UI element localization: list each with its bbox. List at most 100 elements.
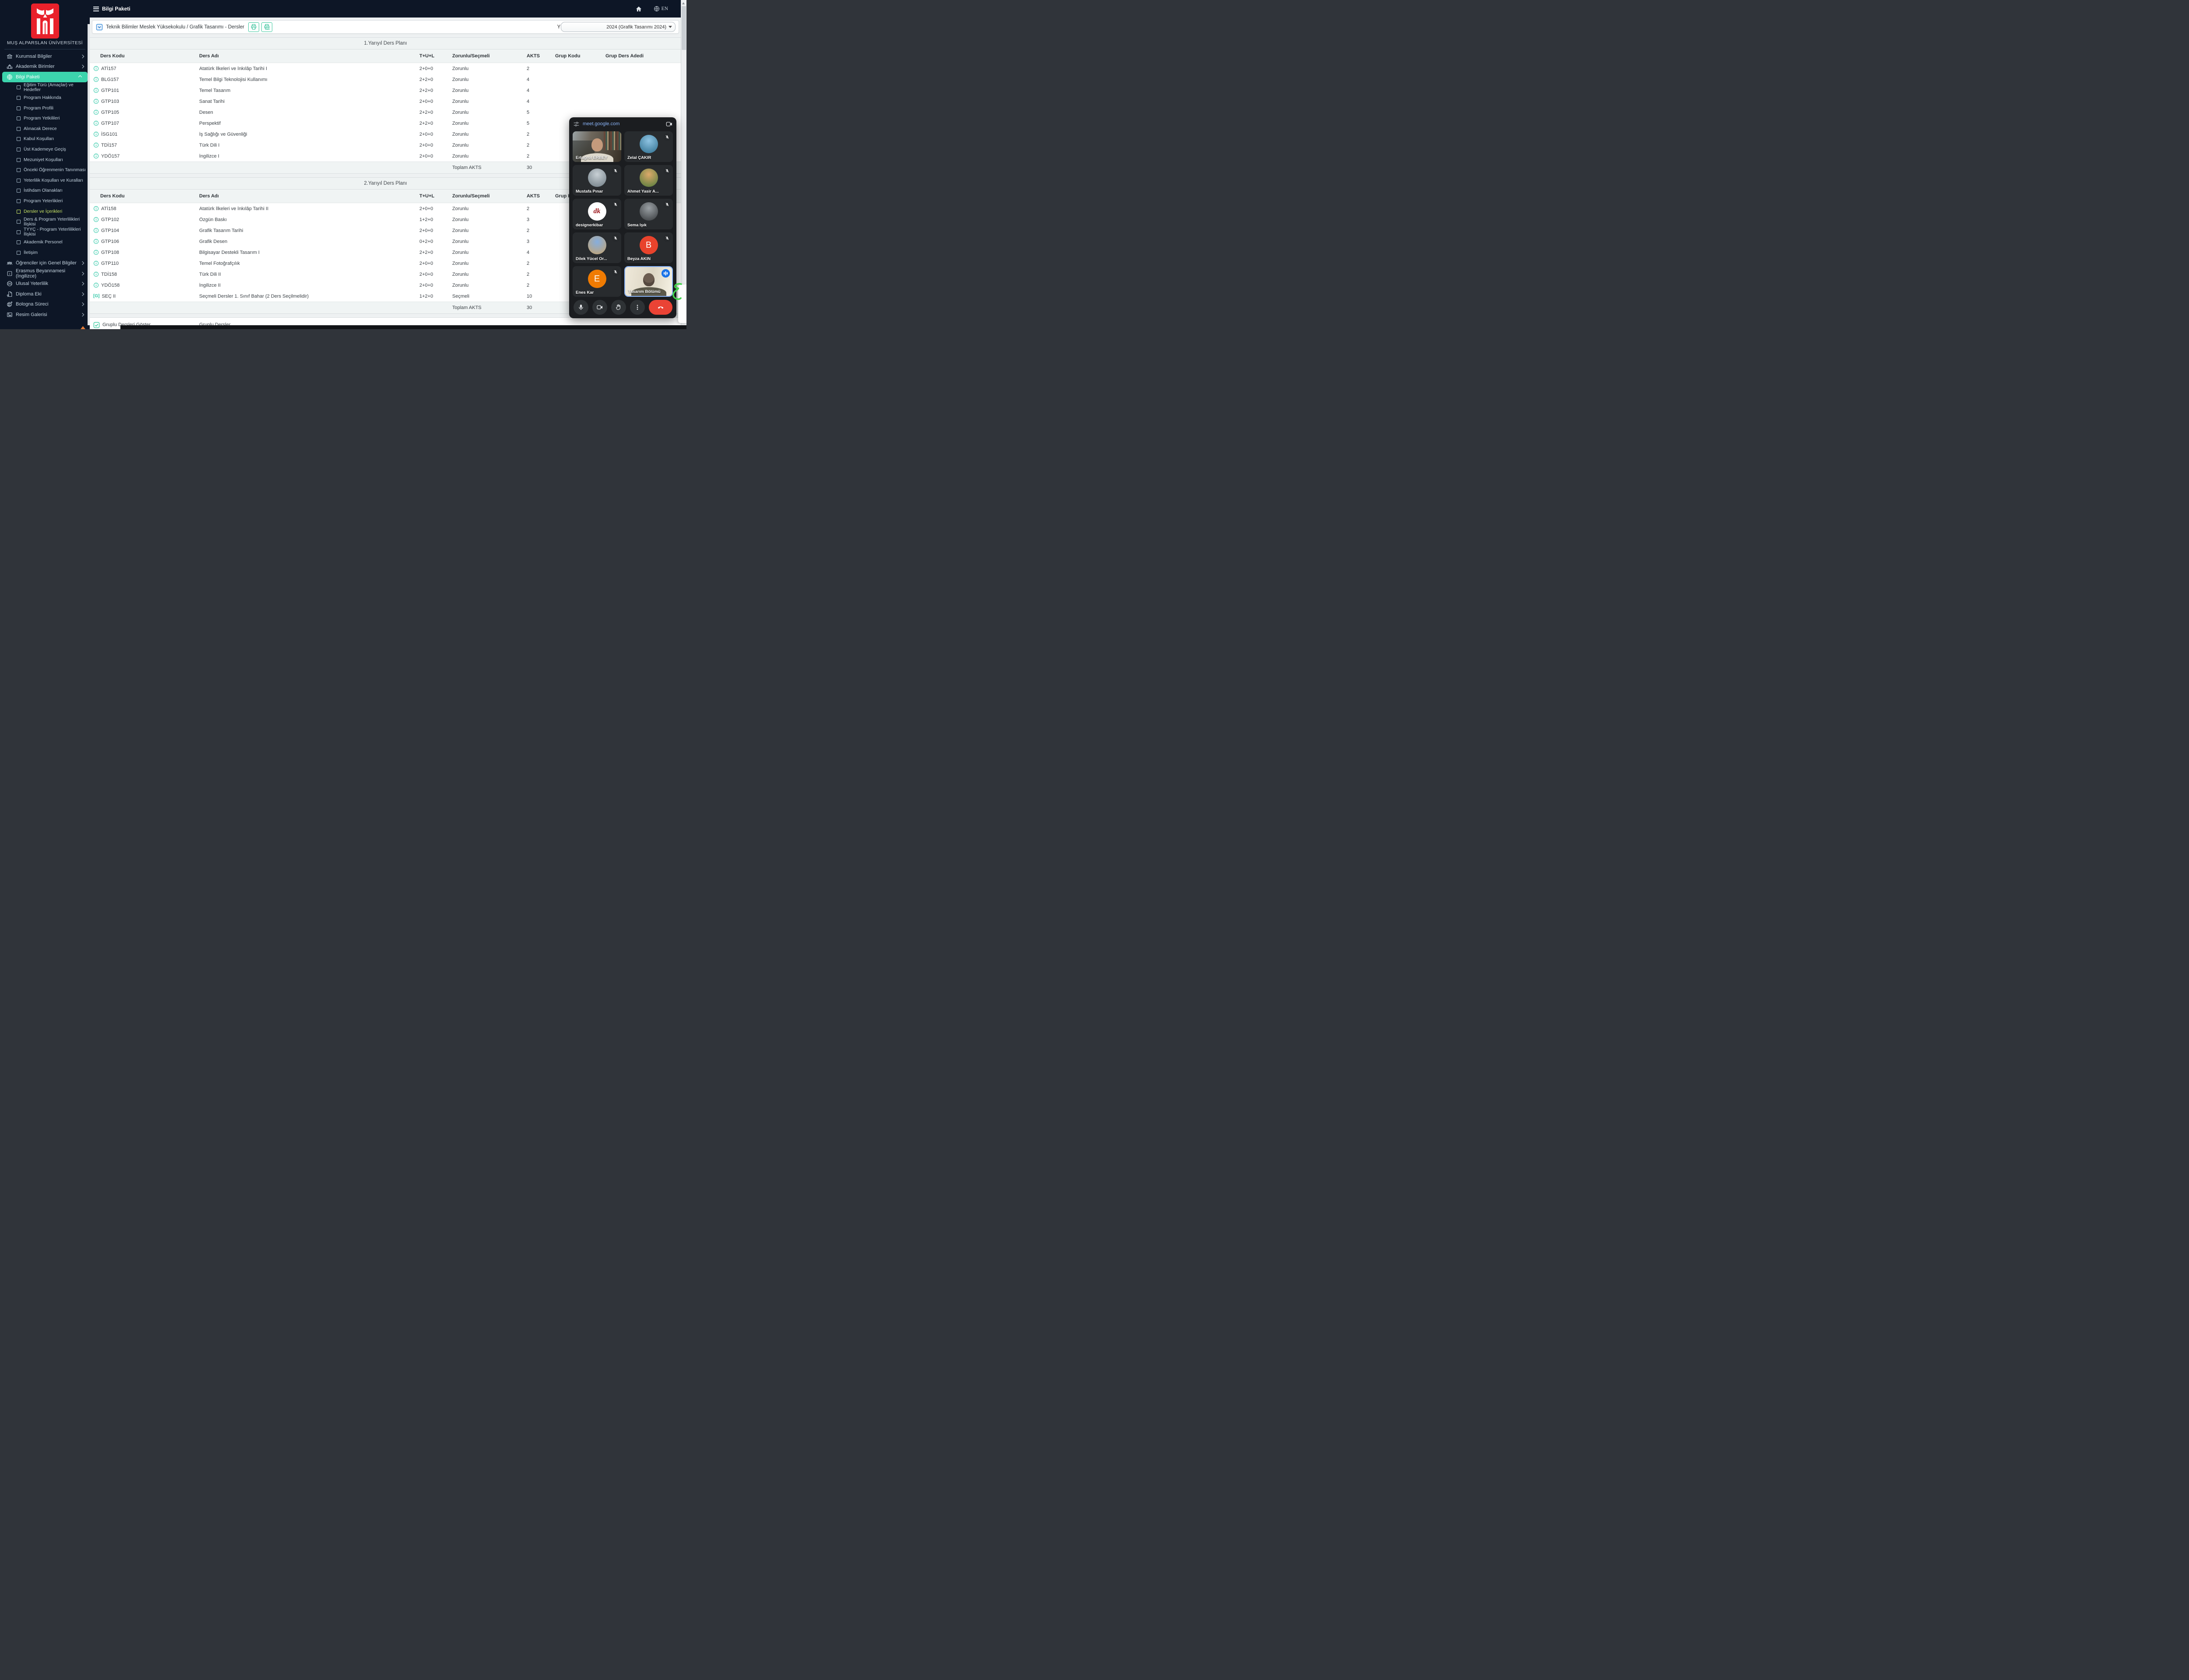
participant-tile[interactable]: Sema Işık [624, 199, 673, 229]
course-info-icon[interactable] [93, 271, 99, 277]
course-type: Zorunlu [452, 132, 527, 137]
sidebar-item[interactable]: Resim Galerisi [0, 309, 90, 320]
meet-mic-button[interactable] [574, 300, 588, 315]
sidebar-item[interactable]: Program Yetkilileri [0, 113, 90, 124]
green-scribble-annotation [672, 282, 683, 303]
breadcrumb: Teknik Bilimler Meslek Yüksekokulu / Gra… [106, 25, 244, 30]
course-info-icon[interactable] [93, 88, 99, 93]
course-info-icon[interactable] [93, 239, 99, 244]
sidebar-item[interactable]: Mezuniyet Koşulları [0, 155, 90, 165]
course-info-icon[interactable] [93, 120, 99, 126]
print-button[interactable] [248, 22, 259, 32]
course-info-icon[interactable] [93, 66, 99, 71]
course-info-icon[interactable] [93, 206, 99, 211]
sidebar-item[interactable]: Alınacak Derece [0, 124, 90, 134]
course-info-icon[interactable] [93, 217, 99, 222]
meet-url[interactable]: meet.google.com [583, 121, 663, 127]
sidebar-item[interactable]: İletişim [0, 248, 90, 258]
total-akts-label: Toplam AKTS [452, 165, 527, 170]
course-name: Desen [199, 110, 419, 115]
sidebar-item[interactable]: Bilgi Paketi [2, 72, 88, 82]
course-akts: 4 [527, 250, 555, 255]
meet-videocam-icon[interactable] [666, 121, 672, 127]
participant-tile[interactable]: Dilek Yücel Or... [573, 232, 621, 263]
hamburger-menu-icon[interactable] [93, 7, 99, 11]
participant-tile[interactable]: dkdesignerkibar [573, 199, 621, 229]
course-tul: 1+2+0 [419, 217, 452, 222]
scrollbar-thumb[interactable] [682, 6, 686, 50]
participant-tile[interactable]: Mustafa Pınar [573, 165, 621, 196]
grouped-courses-checkbox[interactable] [93, 322, 100, 328]
mic-off-icon [612, 167, 619, 175]
sidebar-item[interactable]: Kabul Koşulları [0, 134, 90, 144]
sidebar-item[interactable]: Önceki Öğrenmenin Tanınması [0, 165, 90, 176]
course-info-icon[interactable] [93, 131, 99, 137]
participant-tile[interactable]: Tasarım Bölümü [624, 266, 673, 297]
course-code-cell: [G]SEÇ II [90, 294, 199, 299]
course-info-icon[interactable] [93, 282, 99, 288]
sidebar-item[interactable]: Yeterlilik Koşulları ve Kuralları [0, 176, 90, 186]
sidebar-item[interactable]: Erasmus Beyannamesi (İngilizce) [0, 268, 90, 279]
print-preview-button[interactable] [261, 22, 272, 32]
home-icon[interactable] [635, 6, 642, 12]
language-switcher[interactable]: EN [654, 6, 668, 12]
course-code-cell: BLG157 [90, 77, 199, 82]
meet-camera-button[interactable] [592, 300, 607, 315]
course-name: İngilizce II [199, 283, 419, 288]
sidebar-item[interactable]: Akademik Personel [0, 237, 90, 248]
sidebar-item[interactable]: İstihdam Olanakları [0, 186, 90, 196]
course-row: ATİ157Atatürk İlkeleri ve İnkılâp Tarihi… [90, 63, 681, 74]
course-info-icon[interactable] [93, 98, 99, 104]
sidebar-scrollbar[interactable] [88, 24, 90, 325]
course-type: Zorunlu [452, 88, 527, 93]
sidebar-item[interactable]: Program Hakkında [0, 93, 90, 103]
participant-tile[interactable]: Ahmet Yasir A... [624, 165, 673, 196]
sidebar-item[interactable]: Diploma Eki [0, 289, 90, 299]
sidebar-item[interactable]: TYYÇ - Program Yeterlilikleri İlişkisi [0, 227, 90, 238]
sidebar-item[interactable]: Program Yeterlikleri [0, 196, 90, 207]
sidebar-item-label: Eğitim Türü (Amaçlar) ve Hedefler [24, 83, 90, 92]
course-info-icon[interactable] [93, 250, 99, 255]
sidebar-item[interactable]: Ders & Program Yeterlilikleri İlişkisi [0, 217, 90, 227]
page-scrollbar[interactable] [681, 0, 686, 329]
course-type: Zorunlu [452, 154, 527, 159]
meet-header: meet.google.com [569, 117, 676, 130]
sidebar-item[interactable]: Ulusal Yeterlilik [0, 278, 90, 289]
meet-raise-hand-button[interactable] [611, 300, 626, 315]
total-akts-value: 30 [527, 165, 555, 170]
column-header: T+U+L [419, 53, 452, 59]
sidebar-item[interactable]: Kurumsal Bilgiler [0, 51, 90, 62]
meet-end-call-button[interactable] [649, 300, 672, 315]
meet-controls [569, 300, 676, 315]
select-box-icon[interactable] [96, 24, 103, 31]
participant-name: Mustafa Pınar [576, 189, 603, 194]
course-info-icon[interactable] [93, 142, 99, 148]
participant-tile[interactable]: EEnes Kar [573, 266, 621, 297]
sidebar-item-label: Program Yeterlikleri [24, 199, 63, 204]
scroll-up-arrow[interactable] [682, 2, 685, 4]
sidebar-item[interactable]: Dersler ve İçerikleri [0, 206, 90, 217]
participant-tile[interactable]: BBeyza AKIN [624, 232, 673, 263]
course-info-icon[interactable] [93, 153, 99, 159]
sidebar-item[interactable]: Akademik Birimler [0, 62, 90, 72]
sidebar-item[interactable]: Öğrenciler için Genel Bilgiler [0, 258, 90, 268]
course-info-icon[interactable] [93, 109, 99, 115]
meet-more-options-button[interactable] [630, 300, 645, 315]
google-meet-window[interactable]: meet.google.com Ertuğrul ERBEYZelal ÇAKI… [569, 117, 676, 318]
year-dropdown[interactable]: 2024 (Grafik Tasarımı 2024) [561, 22, 676, 32]
sidebar-item[interactable]: Program Profili [0, 103, 90, 113]
participant-tile[interactable]: Zelal ÇAKIR [624, 131, 673, 162]
bank-icon [6, 53, 13, 60]
course-tul: 2+0+0 [419, 143, 452, 148]
participant-name: Enes Kar [576, 290, 594, 295]
meet-settings-sliders-icon[interactable] [573, 121, 580, 127]
course-info-icon[interactable] [93, 77, 99, 82]
sidebar-item[interactable]: Üst Kademeye Geçiş [0, 144, 90, 155]
sidebar-item[interactable]: Eğitim Türü (Amaçlar) ve Hedefler [0, 82, 90, 93]
course-info-icon[interactable] [93, 260, 99, 266]
course-info-icon[interactable] [93, 228, 99, 233]
participant-tile[interactable]: Ertuğrul ERBEY [573, 131, 621, 162]
chevron-right-icon [81, 261, 84, 265]
sidebar-item[interactable]: Bologna Süreci [0, 299, 90, 310]
globe2-icon [6, 281, 13, 287]
